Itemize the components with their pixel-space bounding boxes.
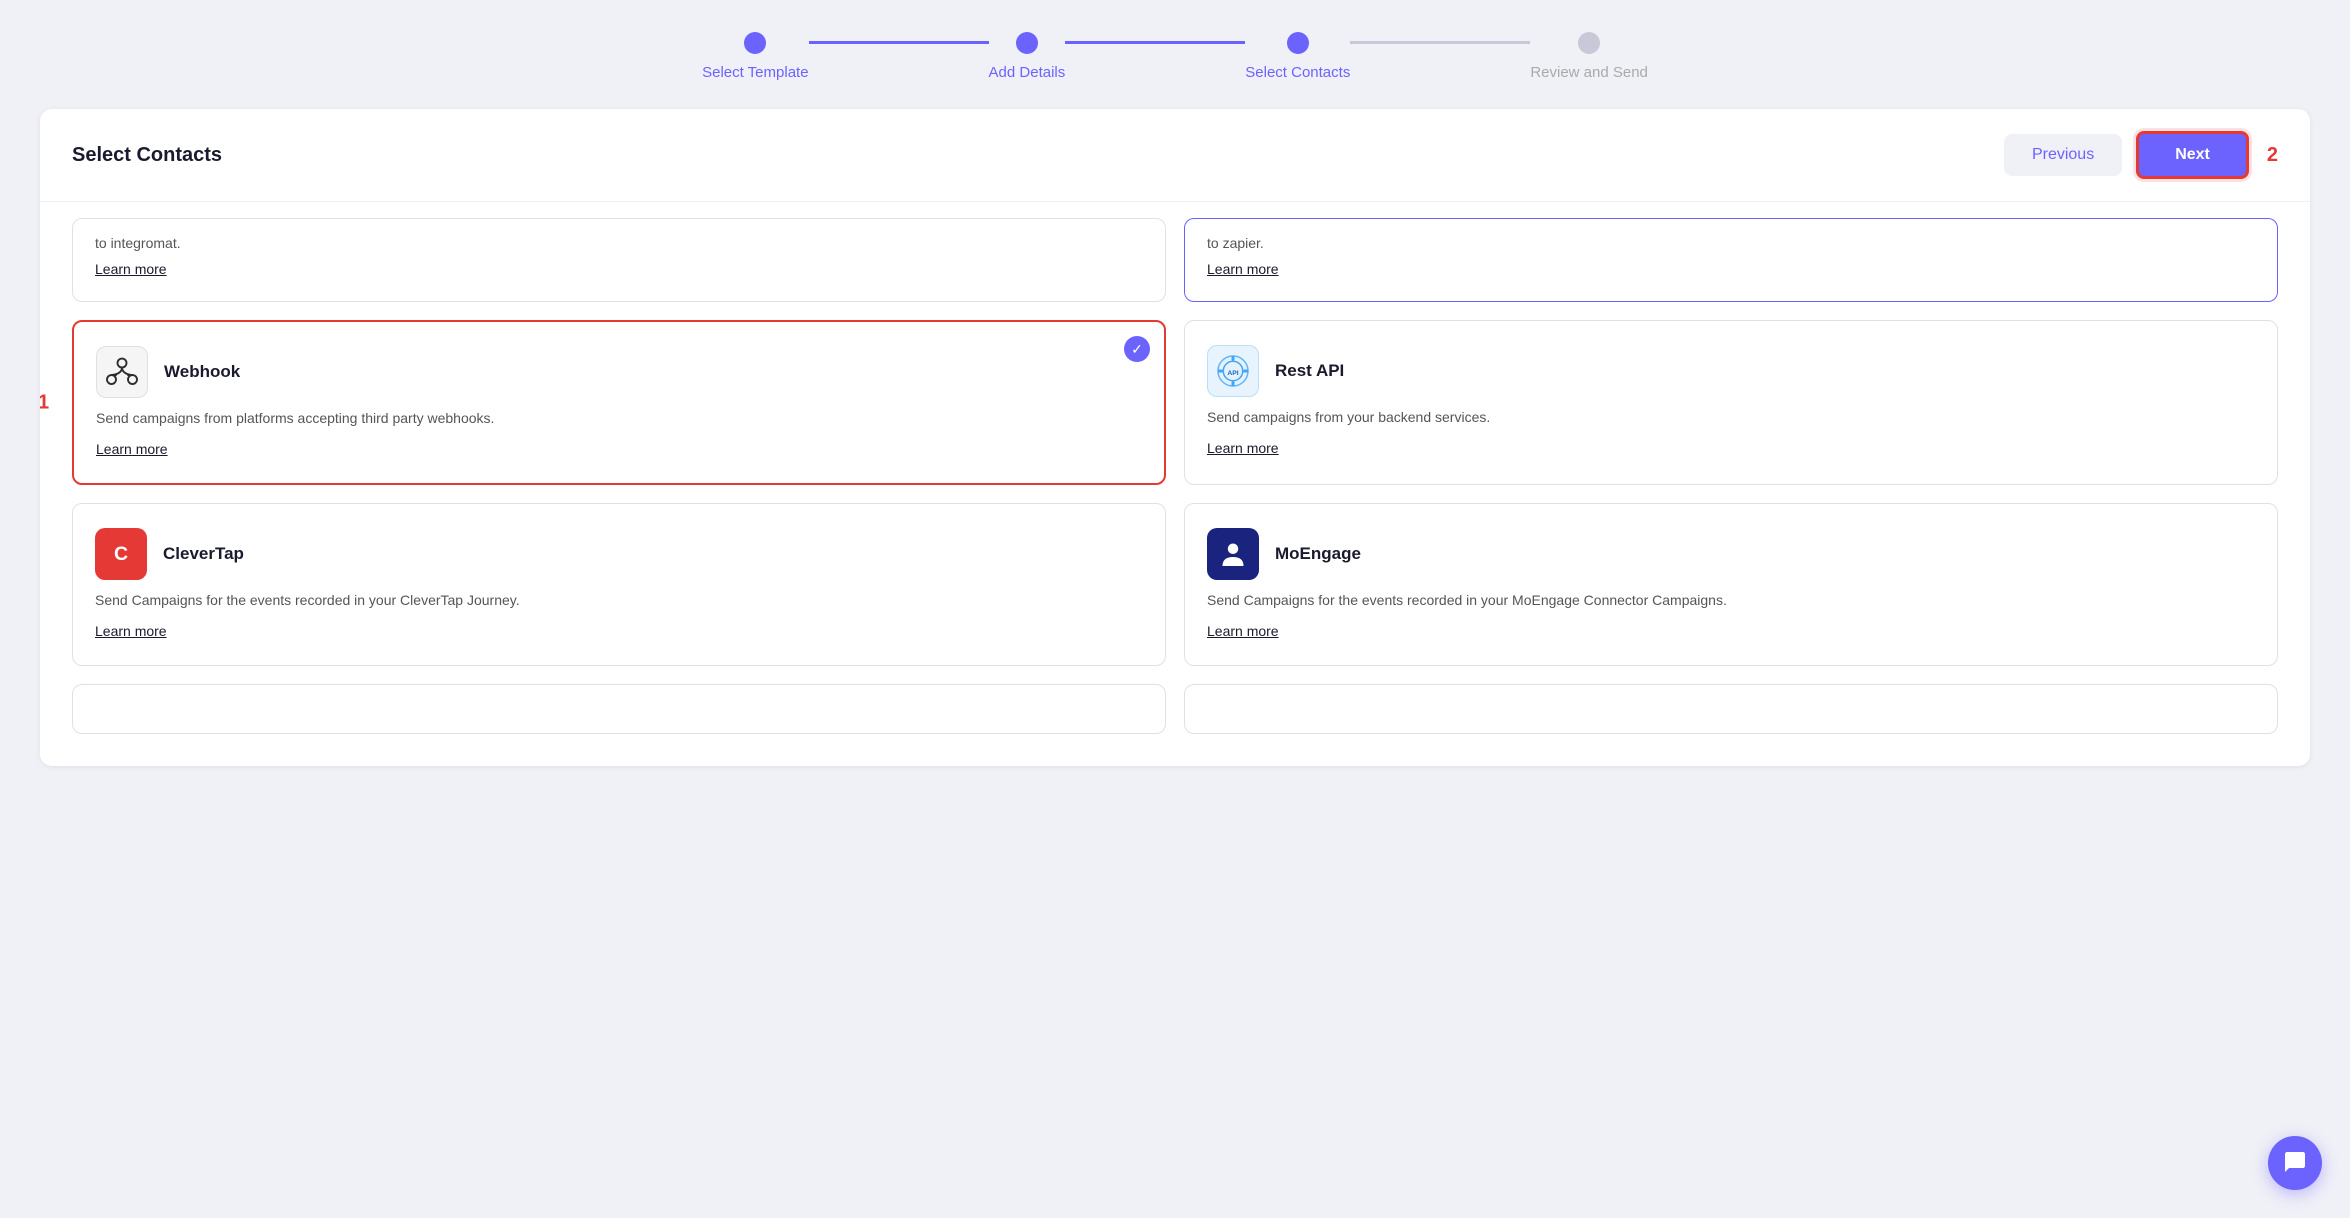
- bottom-partial-right: [1184, 684, 2278, 734]
- partial-text-2: to zapier.: [1207, 235, 2255, 251]
- step-label-1: Select Template: [702, 64, 808, 81]
- learn-more-zapier[interactable]: Learn more: [1207, 261, 1279, 277]
- clevertap-header: C CleverTap: [95, 528, 1143, 580]
- webhook-name: Webhook: [164, 362, 240, 382]
- step-line-3: [1350, 41, 1530, 44]
- restapi-icon: API: [1207, 345, 1259, 397]
- options-grid: 1 ✓ W: [72, 320, 2278, 666]
- step-line-1: [809, 41, 989, 44]
- moengage-header: MoEngage: [1207, 528, 2255, 580]
- partial-card-zapier: to zapier. Learn more: [1184, 218, 2278, 302]
- restapi-desc: Send campaigns from your backend service…: [1207, 407, 2255, 428]
- webhook-desc: Send campaigns from platforms accepting …: [96, 408, 1142, 429]
- learn-more-integromat[interactable]: Learn more: [95, 261, 167, 277]
- card-body: to integromat. Learn more to zapier. Lea…: [40, 202, 2310, 766]
- card-title: Select Contacts: [72, 144, 222, 167]
- partial-text-1: to integromat.: [95, 235, 1143, 251]
- step-dot-2: [1016, 32, 1038, 54]
- step-dot-1: [744, 32, 766, 54]
- option-card-webhook[interactable]: 1 ✓ W: [72, 320, 1166, 485]
- moengage-icon: [1207, 528, 1259, 580]
- option-card-clevertap[interactable]: C CleverTap Send Campaigns for the event…: [72, 503, 1166, 666]
- webhook-icon: [96, 346, 148, 398]
- clevertap-name: CleverTap: [163, 544, 244, 564]
- stepper: Select Template Add Details Select Conta…: [0, 0, 2350, 109]
- step-dot-3: [1287, 32, 1309, 54]
- clevertap-icon: C: [95, 528, 147, 580]
- step-label-3: Select Contacts: [1245, 64, 1350, 81]
- webhook-badge: 1: [40, 391, 49, 414]
- next-badge: 2: [2267, 144, 2278, 167]
- bottom-partial-left: [72, 684, 1166, 734]
- bottom-partial-row: [72, 684, 2278, 734]
- option-card-moengage[interactable]: MoEngage Send Campaigns for the events r…: [1184, 503, 2278, 666]
- step-line-2: [1065, 41, 1245, 44]
- svg-text:API: API: [1227, 370, 1238, 377]
- main-card: Select Contacts Previous Next 2 to integ…: [40, 109, 2310, 766]
- restapi-header: API Rest API: [1207, 345, 2255, 397]
- next-button[interactable]: Next: [2136, 131, 2249, 179]
- learn-more-clevertap[interactable]: Learn more: [95, 623, 167, 639]
- learn-more-webhook[interactable]: Learn more: [96, 441, 168, 457]
- learn-more-restapi[interactable]: Learn more: [1207, 440, 1279, 456]
- learn-more-moengage[interactable]: Learn more: [1207, 623, 1279, 639]
- check-badge-webhook: ✓: [1124, 336, 1150, 362]
- header-actions: Previous Next 2: [2004, 131, 2278, 179]
- step-label-4: Review and Send: [1530, 64, 1648, 81]
- webhook-header: Webhook: [96, 346, 1142, 398]
- option-card-restapi[interactable]: API Rest API Send campaigns from your ba…: [1184, 320, 2278, 485]
- svg-text:C: C: [114, 543, 128, 565]
- partial-row: to integromat. Learn more to zapier. Lea…: [72, 218, 2278, 302]
- clevertap-desc: Send Campaigns for the events recorded i…: [95, 590, 1143, 611]
- step-select-template: Select Template: [702, 32, 808, 81]
- step-review-send: Review and Send: [1530, 32, 1648, 81]
- step-dot-4: [1578, 32, 1600, 54]
- moengage-desc: Send Campaigns for the events recorded i…: [1207, 590, 2255, 611]
- step-add-details: Add Details: [989, 32, 1066, 81]
- moengage-name: MoEngage: [1275, 544, 1361, 564]
- card-header: Select Contacts Previous Next 2: [40, 109, 2310, 202]
- step-select-contacts: Select Contacts: [1245, 32, 1350, 81]
- restapi-name: Rest API: [1275, 361, 1344, 381]
- partial-card-integromat: to integromat. Learn more: [72, 218, 1166, 302]
- chat-button[interactable]: [2268, 1136, 2322, 1190]
- previous-button[interactable]: Previous: [2004, 134, 2122, 176]
- step-label-2: Add Details: [989, 64, 1066, 81]
